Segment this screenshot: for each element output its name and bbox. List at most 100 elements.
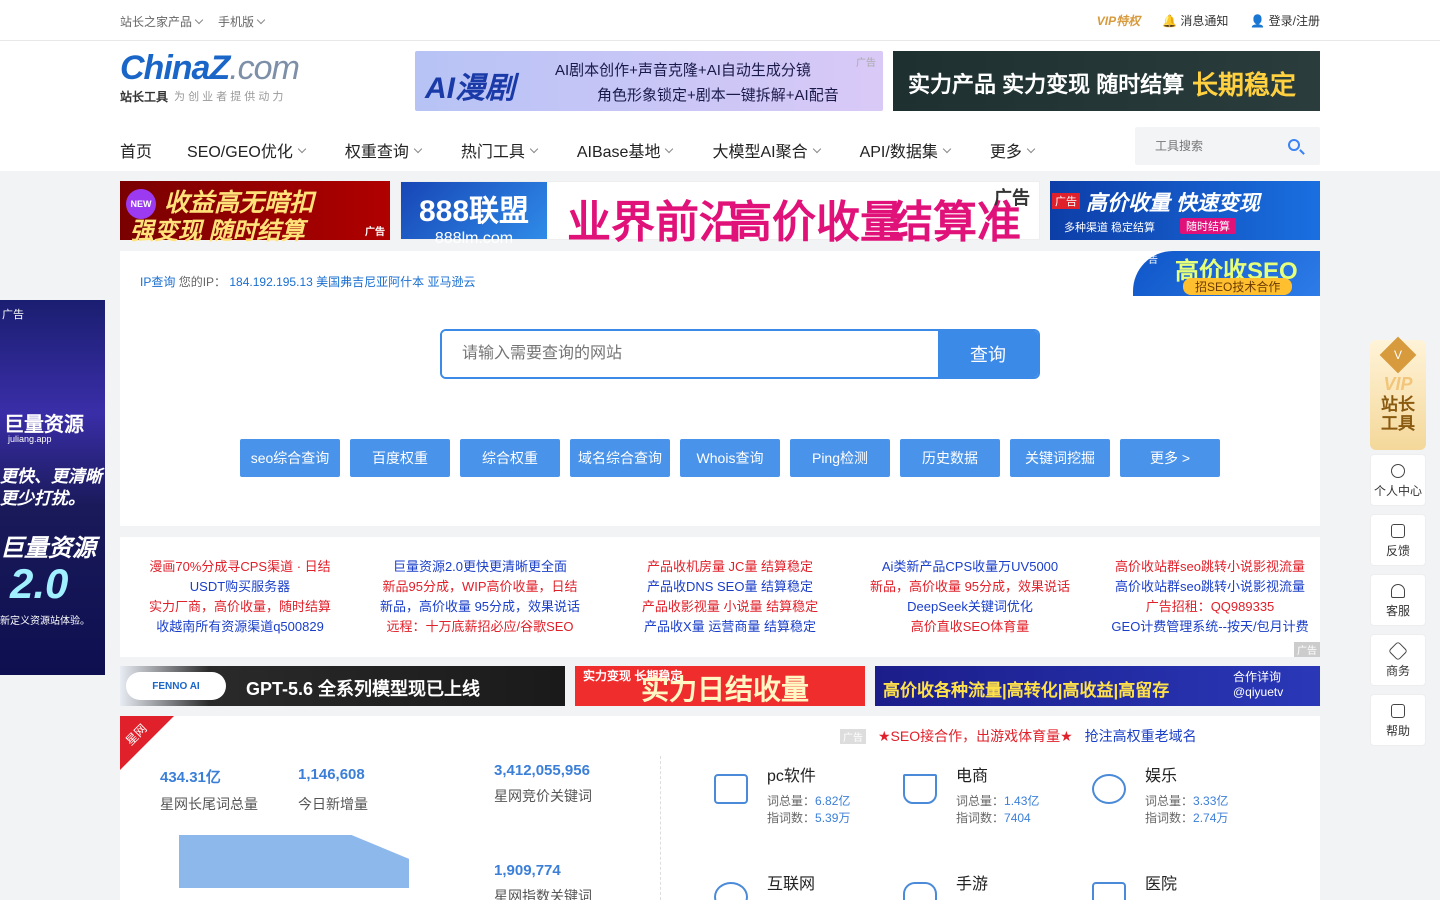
ip-query-link[interactable]: IP查询 — [140, 275, 175, 289]
quick-more[interactable]: 更多 > — [1120, 439, 1220, 477]
banner-word: 业界前沿 — [567, 198, 743, 247]
site-search-input[interactable] — [442, 331, 938, 377]
quick-keyword[interactable]: 关键词挖掘 — [1010, 439, 1110, 477]
text-ad-link[interactable]: GEO计费管理系统--按天/包月计费 — [1090, 617, 1330, 637]
ad-tag: 广告 — [365, 227, 385, 238]
text-ad-link[interactable]: 收越南所有资源渠道q500829 — [120, 617, 360, 637]
site-logo[interactable]: ChinaZ.com 站长工具为 创 业 者 提 供 动 力 — [120, 49, 300, 105]
business-button[interactable]: 商务 — [1370, 634, 1426, 686]
quick-domain[interactable]: 域名综合查询 — [570, 439, 670, 477]
diamond-icon: V — [1379, 336, 1417, 374]
text-ad-link[interactable]: 广告招租：QQ989335 — [1090, 597, 1330, 617]
mobile-menu[interactable]: 手机版 — [218, 13, 266, 30]
ad-title: 高价收各种流量|高转化|高收益|高留存 — [883, 681, 1170, 700]
nav-label: API/数据集 — [859, 144, 938, 161]
notify-label: 消息通知 — [1180, 14, 1229, 28]
ad-contact: 合作详询 @qiyuetv — [1233, 670, 1284, 699]
feedback-button[interactable]: 反馈 — [1370, 514, 1426, 566]
tool-search-input[interactable] — [1135, 127, 1275, 165]
side-ad-brand: 巨量资源 — [0, 535, 96, 562]
ai-drama-ad[interactable]: AI漫剧 AI剧本创作+声音克隆+AI自动生成分镜 角色形象锁定+剧本一键拆解+… — [415, 51, 883, 111]
vip-link[interactable]: VIP特权 — [1097, 12, 1140, 29]
text-ad-link[interactable]: 远程：十万底薪招必应/谷歌SEO — [360, 617, 600, 637]
search-icon[interactable] — [1288, 139, 1300, 151]
text-ad-link[interactable]: DeepSeek关键词优化 — [850, 597, 1090, 617]
text-ad-link[interactable]: 新品95分成，WIP高价收量，日结 — [360, 577, 600, 597]
personal-center-button[interactable]: 个人中心 — [1370, 454, 1426, 506]
text-ad-link[interactable]: 高价收站群seo跳转小说影视流量 — [1090, 557, 1330, 577]
category-internet[interactable]: 互联网 — [767, 870, 815, 900]
daily-settle-ad[interactable]: 实力变现 长期稳定 实力日结收量 — [575, 666, 865, 706]
ad-tag: 广告 — [2, 309, 24, 321]
vip-tools-button[interactable]: V VIP 站长 工具 — [1370, 336, 1426, 450]
traffic-ad[interactable]: 高价收各种流量|高转化|高收益|高留存 合作详询 @qiyuetv — [875, 666, 1320, 706]
notify-link[interactable]: 🔔 消息通知 — [1162, 12, 1228, 29]
nav-weight[interactable]: 权重查询 — [345, 138, 423, 162]
nav-llm[interactable]: 大模型AI聚合 — [712, 138, 821, 162]
text-ad-column: 漫画70%分成寻CPS渠道 · 日结 USDT购买服务器 实力厂商，高价收量，随… — [120, 557, 360, 637]
gpt-ad[interactable]: FENNO AI GPT-5.6 全系列模型现已上线 — [120, 666, 565, 706]
support-button[interactable]: 客服 — [1370, 574, 1426, 626]
text-ad-link[interactable]: 产品收影视量 小说量 结算稳定 — [610, 597, 850, 617]
category-pc[interactable]: pc软件 词总量：6.82亿 指词数：5.39万 — [767, 762, 850, 826]
help-button[interactable]: 帮助 — [1370, 694, 1426, 746]
cart-icon — [903, 774, 937, 804]
quick-baidu-weight[interactable]: 百度权重 — [350, 439, 450, 477]
panel-label: 个人中心 — [1373, 484, 1422, 498]
nav-home[interactable]: 首页 — [120, 138, 152, 162]
ip-value[interactable]: 184.192.195.13 美国弗吉尼亚阿什本 亚马逊云 — [229, 275, 475, 289]
login-link[interactable]: 👤 登录/注册 — [1250, 12, 1320, 29]
text-ad-link[interactable]: 产品收机房量 JC量 结算稳定 — [610, 557, 850, 577]
header: ChinaZ.com 站长工具为 创 业 者 提 供 动 力 AI漫剧 AI剧本… — [0, 41, 1440, 171]
nav-hot-tools[interactable]: 热门工具 — [461, 138, 539, 162]
ad-title: AI漫剧 — [425, 72, 515, 105]
quick-tools: seo综合查询 百度权重 综合权重 域名综合查询 Whois查询 Ping检测 … — [240, 439, 1220, 477]
panel-label: 帮助 — [1385, 724, 1410, 738]
text-ad-link[interactable]: 高价直收SEO体育量 — [850, 617, 1090, 637]
category-entertainment[interactable]: 娱乐 词总量：3.33亿 指词数：2.74万 — [1145, 762, 1228, 826]
text-ad-link[interactable]: 新品，高价收量 95分成，效果说话 — [360, 597, 600, 617]
nav-seo[interactable]: SEO/GEO优化 — [187, 138, 307, 162]
strength-ad[interactable]: 实力产品 实力变现 随时结算 长期稳定 — [893, 51, 1320, 111]
nav-api[interactable]: API/数据集 — [859, 138, 952, 162]
text-ad-link[interactable]: 高价收站群seo跳转小说影视流量 — [1090, 577, 1330, 597]
left-float-ad[interactable]: 广告 巨量资源 juliang.app 更快、更清晰 更少打扰。 巨量资源 2.… — [0, 300, 105, 675]
category-mobile-games[interactable]: 手游 — [956, 870, 988, 900]
products-menu[interactable]: 站长之家产品 — [120, 13, 204, 30]
fast-cash-banner[interactable]: 广告 高价收量 快速变现 多种渠道 稳定结算 随时结算 — [1050, 181, 1320, 240]
trend-chart — [179, 835, 409, 888]
logo-domain: .com — [229, 49, 300, 87]
text-ad-link[interactable]: 实力厂商，高价收量，随时结算 — [120, 597, 360, 617]
quick-combined-weight[interactable]: 综合权重 — [460, 439, 560, 477]
longtail-label: 星网长尾词总量 — [160, 796, 258, 812]
nav-aibase[interactable]: AIBase基地 — [577, 138, 674, 162]
888-banner[interactable]: 888联盟888lm.com 业界前沿 高价收量 结算准时 广告 — [400, 181, 1040, 311]
chevron-down-icon — [812, 144, 821, 153]
text-ad-link[interactable]: 产品收X量 运营商量 结算稳定 — [610, 617, 850, 637]
entertainment-icon — [1092, 774, 1126, 804]
stats-ad-link[interactable]: ★SEO接合作，出游戏体育量★ — [878, 726, 1073, 746]
category-hospital[interactable]: 医院 — [1145, 870, 1177, 900]
nav-more[interactable]: 更多 — [990, 138, 1036, 162]
quick-seo[interactable]: seo综合查询 — [240, 439, 340, 477]
text-ad-link[interactable]: Ai类新产品CPS收量万UV5000 — [850, 557, 1090, 577]
help-icon — [1391, 704, 1405, 718]
side-ad-title: 巨量资源 — [4, 414, 84, 436]
stats-ad-link[interactable]: 抢注高权重老域名 — [1085, 726, 1197, 746]
text-ad-link[interactable]: 巨量资源2.0更快更清晰更全面 — [360, 557, 600, 577]
seo-ad[interactable]: 广告 高价收SEO 招SEO技术合作 — [1133, 251, 1320, 296]
text-ad-link[interactable]: 新品，高价收量 95分成，效果说话 — [850, 577, 1090, 597]
income-banner[interactable]: NEW 收益高无暗扣 强变现 随时结算 广告 — [120, 181, 390, 245]
stats-panel: 星网 广告 ★SEO接合作，出游戏体育量★ 抢注高权重老域名 434.31亿 星… — [120, 716, 1320, 900]
category-ecommerce[interactable]: 电商 词总量：1.43亿 指词数：7404 — [956, 762, 1039, 826]
nav-label: SEO/GEO优化 — [187, 144, 293, 161]
quick-whois[interactable]: Whois查询 — [680, 439, 780, 477]
text-ad-link[interactable]: 产品收DNS SEO量 结算稳定 — [610, 577, 850, 597]
quick-history[interactable]: 历史数据 — [900, 439, 1000, 477]
quick-ping[interactable]: Ping检测 — [790, 439, 890, 477]
text-ad-link[interactable]: USDT购买服务器 — [120, 577, 360, 597]
text-ad-link[interactable]: 漫画70%分成寻CPS渠道 · 日结 — [120, 557, 360, 577]
trend-area — [179, 835, 409, 888]
query-button[interactable]: 查询 — [938, 331, 1038, 377]
ad-tag: 广告 — [994, 188, 1030, 208]
